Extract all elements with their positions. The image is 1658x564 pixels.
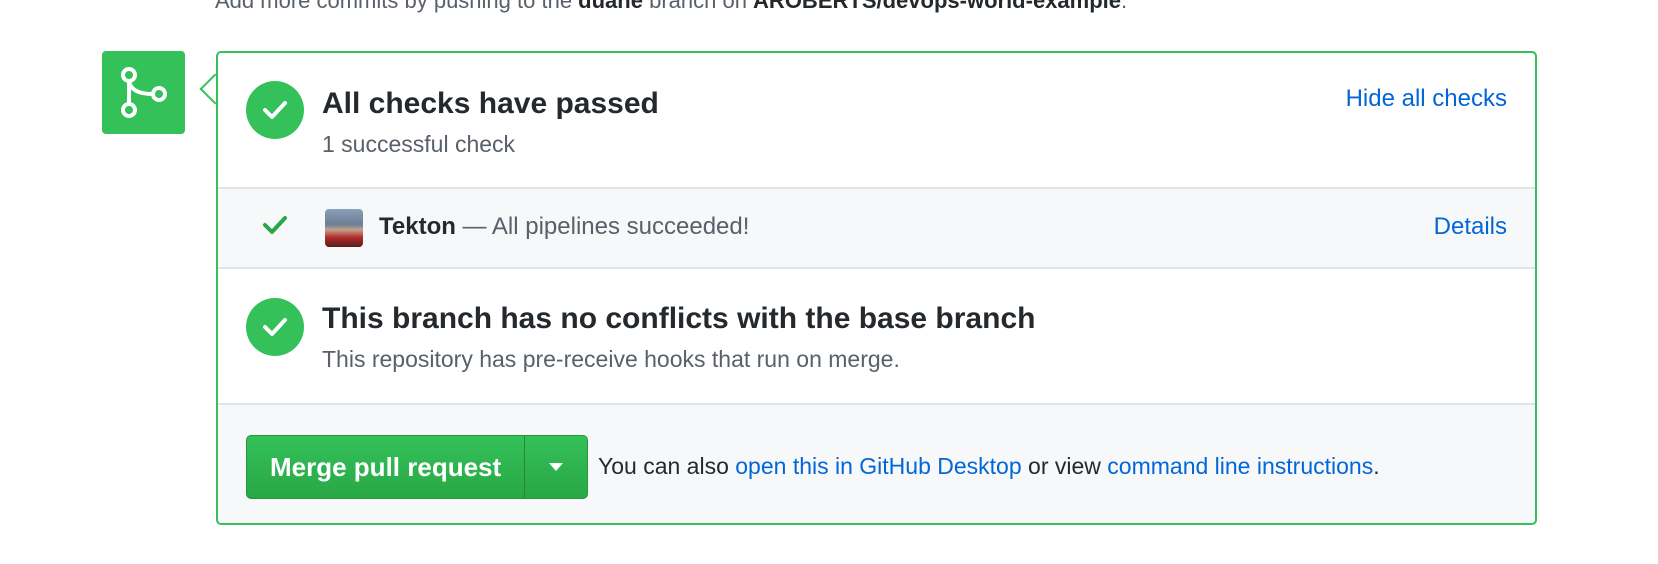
merge-alternatives-text: You can also open this in GitHub Desktop… <box>598 453 1380 480</box>
merge-actions-section: Merge pull request You can also open thi… <box>218 405 1535 523</box>
check-name: Tekton <box>379 213 456 240</box>
repo-name: AROBERTS/devops-world-example <box>753 0 1121 13</box>
hide-all-checks-link[interactable]: Hide all checks <box>1346 85 1507 113</box>
check-circle-icon <box>246 81 304 139</box>
push-prefix: Add more commits by pushing to the <box>215 0 579 13</box>
merge-status-badge <box>102 51 185 134</box>
conflicts-title: This branch has no conflicts with the ba… <box>322 302 1036 335</box>
details-link[interactable]: Details <box>1434 213 1507 241</box>
check-description: — All pipelines succeeded! <box>455 213 750 240</box>
checks-subtitle: 1 successful check <box>322 131 516 157</box>
check-item-row: Tekton — All pipelines succeeded! Detail… <box>218 189 1535 269</box>
open-github-desktop-link[interactable]: open this in GitHub Desktop <box>735 453 1021 479</box>
git-merge-icon <box>120 66 167 118</box>
branch-name: duane <box>578 0 643 13</box>
push-instructions: Add more commits by pushing to the duane… <box>215 0 1127 14</box>
push-suffix: . <box>1121 0 1128 13</box>
conflicts-subtitle: This repository has pre-receive hooks th… <box>322 346 900 372</box>
merge-panel: All checks have passed 1 successful chec… <box>216 51 1537 525</box>
merge-pull-request-button[interactable]: Merge pull request <box>247 436 524 498</box>
check-circle-icon <box>246 298 304 356</box>
conflicts-section: This branch has no conflicts with the ba… <box>218 269 1535 405</box>
triangle-down-icon <box>549 463 564 471</box>
checks-title: All checks have passed <box>322 87 659 120</box>
check-item-text: Tekton — All pipelines succeeded! <box>379 213 749 241</box>
push-middle: branch on <box>642 0 754 13</box>
check-icon <box>263 216 287 234</box>
checks-section: All checks have passed 1 successful chec… <box>218 53 1535 189</box>
command-line-instructions-link[interactable]: command line instructions <box>1107 453 1373 479</box>
merge-msg-suffix: . <box>1373 453 1380 479</box>
merge-msg-middle: or view <box>1021 453 1108 479</box>
merge-button-group: Merge pull request <box>246 435 589 499</box>
merge-method-dropdown-button[interactable] <box>524 436 587 498</box>
avatar <box>325 209 363 247</box>
merge-msg-prefix: You can also <box>598 453 736 479</box>
